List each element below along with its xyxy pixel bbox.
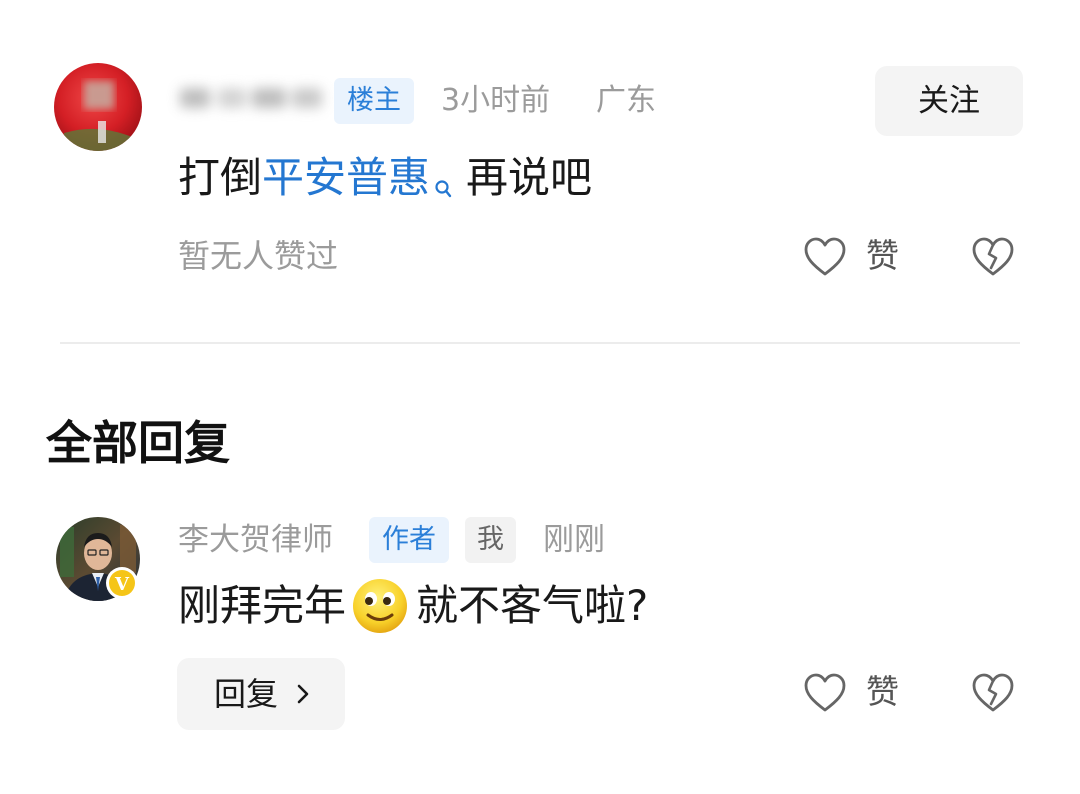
comment-text-after: 再说吧 [466, 153, 593, 202]
search-icon[interactable] [434, 158, 452, 214]
chevron-right-icon [295, 683, 311, 709]
reply-author-avatar[interactable]: V [56, 517, 142, 603]
author-badge: 作者 [369, 517, 449, 563]
commenter-name-blurred[interactable] [178, 74, 326, 120]
verified-badge: V [114, 574, 130, 595]
comment-time: 3小时前 [441, 83, 551, 118]
comment-detail-page: 楼主 3小时前 广东 关注 打倒平安普惠 再说吧 暂无人赞过 赞 全部回复 V … [0, 0, 1080, 794]
reply-time: 刚刚 [543, 522, 605, 558]
reply-text-after: 就不客气啦? [416, 581, 649, 630]
keyword-search-link[interactable]: 平安普惠 [262, 153, 430, 202]
comment-region: 广东 [596, 83, 656, 118]
all-replies-heading: 全部回复 [46, 416, 230, 470]
owner-badge: 楼主 [334, 78, 414, 124]
me-badge: 我 [465, 517, 516, 563]
heart-outline-icon[interactable] [803, 236, 847, 282]
reply-button-label: 回复 [214, 675, 279, 713]
broken-heart-icon[interactable] [971, 236, 1015, 282]
reply-body: 刚拜完年 就不客气啦? [178, 576, 648, 651]
smiling-face-emoji [350, 577, 410, 651]
commenter-avatar[interactable] [54, 63, 142, 151]
like-label[interactable]: 赞 [866, 232, 899, 280]
heart-outline-icon[interactable] [803, 672, 847, 718]
reply-text-before: 刚拜完年 [178, 581, 347, 630]
reply-author-name[interactable]: 李大贺律师 [178, 517, 333, 563]
broken-heart-icon[interactable] [971, 672, 1015, 718]
comment-text-before: 打倒 [178, 153, 263, 202]
reply-like-label[interactable]: 赞 [866, 668, 899, 716]
no-likes-text: 暂无人赞过 [178, 237, 339, 275]
reply-button[interactable]: 回复 [177, 658, 345, 730]
comment-body: 打倒平安普惠 再说吧 [178, 150, 592, 214]
section-divider [60, 342, 1020, 344]
follow-button[interactable]: 关注 [875, 66, 1023, 136]
